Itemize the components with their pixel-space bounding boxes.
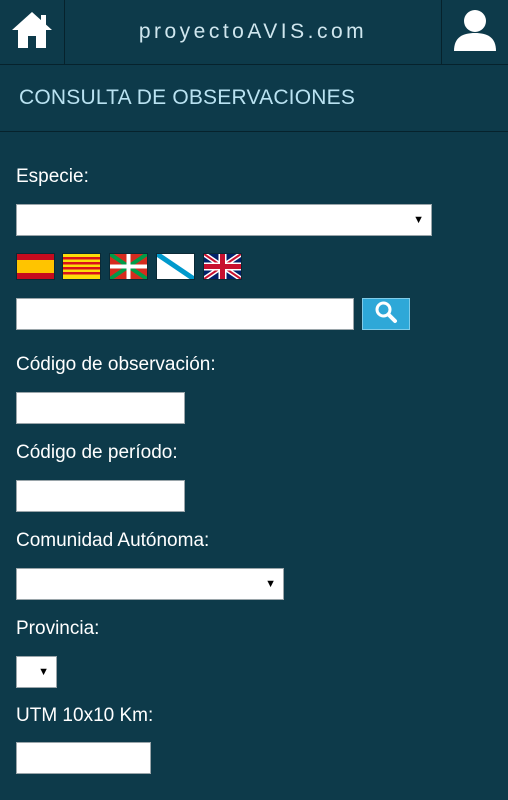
especie-select[interactable]: ▼ [16, 204, 432, 236]
comunidad-select[interactable]: ▼ [16, 568, 284, 600]
flag-spain-icon[interactable] [16, 253, 55, 280]
chevron-down-icon: ▼ [38, 666, 49, 678]
page-title: CONSULTA DE OBSERVACIONES [19, 86, 356, 109]
chevron-down-icon: ▼ [413, 214, 424, 226]
search-icon [374, 300, 398, 329]
search-button[interactable] [362, 298, 410, 330]
provincia-label: Provincia: [16, 618, 100, 639]
flag-basque-icon[interactable] [109, 253, 148, 280]
flag-catalonia-icon[interactable] [62, 253, 101, 280]
chevron-down-icon: ▼ [265, 578, 276, 590]
user-icon [452, 9, 498, 56]
comunidad-label: Comunidad Autónoma: [16, 530, 210, 551]
species-search-input[interactable] [16, 298, 354, 330]
home-button[interactable] [0, 0, 65, 64]
user-button[interactable] [441, 0, 508, 64]
especie-label: Especie: [16, 166, 89, 187]
flag-galicia-icon[interactable] [156, 253, 195, 280]
utm-label: UTM 10x10 Km: [16, 705, 154, 726]
codigo-observacion-input[interactable] [16, 392, 185, 424]
home-icon [10, 10, 54, 55]
flag-uk-icon[interactable] [203, 253, 242, 280]
utm-input[interactable] [16, 742, 151, 774]
provincia-select[interactable]: ▼ [16, 656, 57, 688]
codigo-periodo-label: Código de período: [16, 442, 178, 463]
top-bar: proyectoAVIS.com [0, 0, 508, 65]
codigo-observacion-label: Código de observación: [16, 354, 216, 375]
codigo-periodo-input[interactable] [16, 480, 185, 512]
site-title[interactable]: proyectoAVIS.com [65, 0, 441, 64]
